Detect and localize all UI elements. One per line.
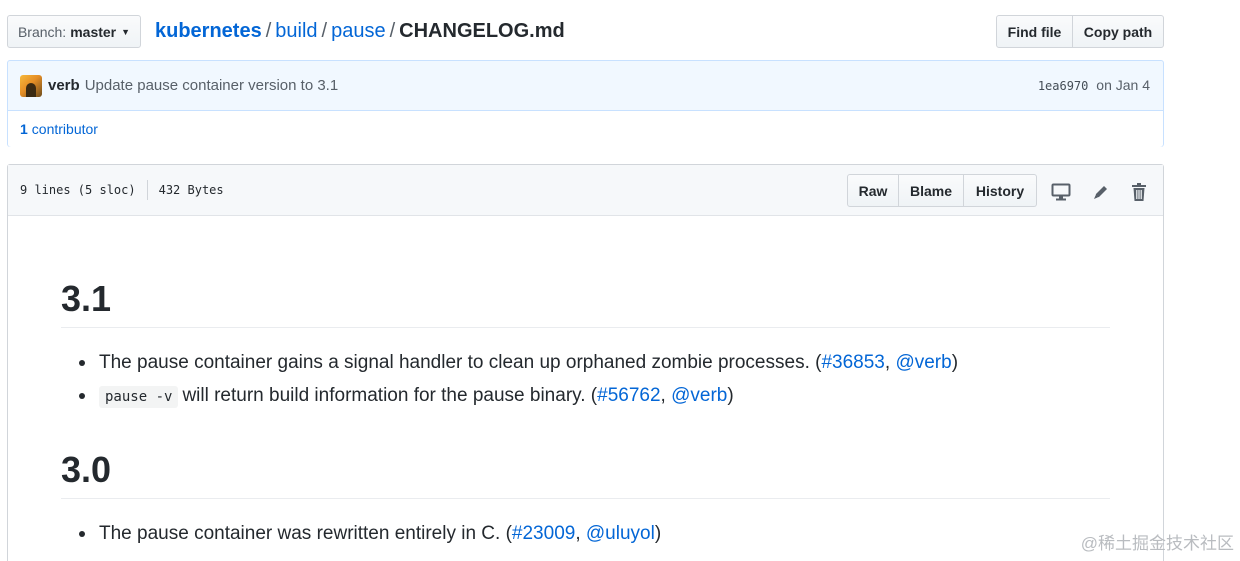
breadcrumb-separator: / — [389, 20, 396, 42]
list-item-text: , — [884, 352, 896, 373]
list-item: The pause container gains a signal handl… — [61, 346, 1110, 379]
list-item: The pause container was rewritten entire… — [61, 517, 1110, 550]
commit-date: on Jan 4 — [1096, 77, 1150, 93]
branch-name: master — [70, 23, 117, 40]
latest-commit-row: verb Update pause container version to 3… — [8, 61, 1163, 111]
file-info-divider — [146, 180, 148, 200]
avatar[interactable] — [20, 74, 42, 97]
blame-button[interactable]: Blame — [899, 174, 964, 207]
find-file-button[interactable]: Find file — [996, 15, 1073, 48]
file-action-buttons: Raw Blame History — [847, 174, 1037, 207]
list-item-text: The pause container was rewritten entire… — [99, 523, 512, 544]
heading-3-1: 3.1 — [61, 265, 1110, 328]
file-size: 432 Bytes — [158, 183, 224, 197]
branch-label: Branch: — [17, 23, 67, 40]
watermark: @稀土掘金技术社区 — [1080, 534, 1234, 553]
file-line-count: 9 lines (5 sloc) — [20, 183, 136, 197]
copy-path-button[interactable]: Copy path — [1073, 15, 1164, 48]
pencil-icon[interactable] — [1090, 181, 1112, 203]
inline-code: pause -v — [99, 386, 179, 408]
commit-meta: 1ea6970 on Jan 4 — [1038, 77, 1150, 93]
caret-down-icon: ▼ — [121, 26, 131, 37]
pr-link[interactable]: #23009 — [512, 523, 575, 544]
list-item-text: , — [575, 523, 586, 544]
user-link[interactable]: @verb — [895, 352, 951, 373]
raw-button[interactable]: Raw — [847, 174, 899, 207]
commit-sha-link[interactable]: 1ea6970 — [1038, 79, 1089, 93]
breadcrumb-repo-link[interactable]: kubernetes — [155, 20, 262, 42]
file-nav-buttons: Find file Copy path — [996, 15, 1164, 48]
commit-message-link[interactable]: Update pause container version to 3.1 — [85, 77, 339, 94]
file-viewer: 9 lines (5 sloc) 432 Bytes Raw Blame His… — [7, 164, 1164, 561]
contributors-row: 1 contributor — [8, 111, 1163, 147]
changelog-list-3-1: The pause container gains a signal handl… — [61, 346, 1110, 414]
changelog-list-3-0: The pause container was rewritten entire… — [61, 517, 1110, 550]
list-item-text: ) — [727, 385, 734, 406]
breadcrumb-separator: / — [265, 20, 272, 42]
list-item-text: ) — [951, 352, 959, 373]
markdown-body: 3.1 The pause container gains a signal h… — [61, 265, 1110, 561]
list-item-text: , — [660, 385, 672, 406]
contributors-link[interactable]: 1 contributor — [20, 121, 98, 137]
user-link[interactable]: @uluyol — [586, 523, 655, 544]
trash-icon[interactable] — [1128, 181, 1150, 203]
list-item: pause -v will return build information fo… — [61, 379, 1110, 414]
list-item-text: will return build information for the pa… — [182, 385, 598, 406]
pr-link[interactable]: #56762 — [597, 385, 660, 406]
desktop-icon[interactable] — [1050, 181, 1072, 203]
branch-select-button[interactable]: Branch: master ▼ — [7, 15, 141, 48]
list-item-text: ) — [654, 523, 662, 544]
breadcrumb-current-file: CHANGELOG.md — [399, 20, 565, 42]
list-item-text: The pause container gains a signal handl… — [99, 352, 822, 373]
breadcrumb-pause-link[interactable]: pause — [331, 20, 386, 42]
heading-3-0: 3.0 — [61, 436, 1110, 499]
breadcrumb-build-link[interactable]: build — [275, 20, 317, 42]
breadcrumb-separator: / — [321, 20, 328, 42]
commit-tease: verb Update pause container version to 3… — [7, 60, 1164, 147]
pr-link[interactable]: #36853 — [821, 352, 884, 373]
breadcrumb: kubernetes / build / pause / CHANGELOG.md — [155, 18, 565, 44]
file-info: 9 lines (5 sloc) 432 Bytes — [20, 180, 224, 200]
contributor-label: contributor — [31, 121, 98, 137]
file-header: 9 lines (5 sloc) 432 Bytes Raw Blame His… — [8, 165, 1163, 216]
user-link[interactable]: @verb — [671, 385, 727, 406]
history-button[interactable]: History — [964, 174, 1037, 207]
commit-author-link[interactable]: verb — [48, 77, 80, 94]
contributor-count: 1 — [20, 121, 28, 137]
